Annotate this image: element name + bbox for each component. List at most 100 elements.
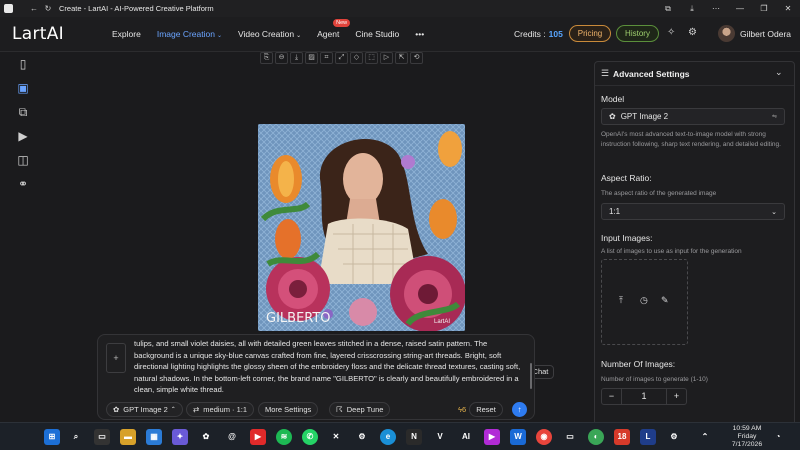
ai-app-icon[interactable]: AI (458, 429, 474, 445)
nav-image-creation[interactable]: Image Creation ⌄ (157, 29, 222, 39)
avatar[interactable] (718, 25, 735, 42)
file-explorer-icon[interactable]: ▬ (120, 429, 136, 445)
nav-video-creation[interactable]: Video Creation ⌄ (238, 29, 301, 39)
nav-agent[interactable]: Agent New (317, 19, 351, 39)
model-chip[interactable]: ✿ GPT Image 2 ⌃ (106, 402, 183, 417)
remix-icon[interactable]: ⟲ (410, 52, 423, 64)
pricing-button[interactable]: Pricing (569, 25, 611, 42)
image-create-icon[interactable]: ▣ (15, 80, 31, 96)
expand-icon[interactable]: ⬚ (365, 52, 378, 64)
model-description: OpenAI's most advanced text-to-image mod… (601, 131, 781, 148)
upload-icon[interactable]: ⤒ (619, 295, 623, 306)
store-icon[interactable]: ▦ (146, 429, 162, 445)
app-red-icon[interactable]: 18 (614, 429, 630, 445)
back-icon[interactable]: ← (27, 4, 41, 13)
chatgpt-icon[interactable]: ✿ (198, 429, 214, 445)
tune-icon: ☈ (336, 405, 343, 414)
increment-button[interactable]: + (666, 389, 686, 404)
more-menu-icon[interactable]: ••• (415, 29, 424, 39)
prompt-box: + tulips, and small violet daisies, all … (97, 334, 535, 420)
copy-icon[interactable]: ⎘ (260, 52, 273, 64)
crop-icon[interactable]: ⌗ (320, 52, 333, 64)
aspect-ratio-description: The aspect ratio of the generated image (601, 190, 717, 197)
generate-button[interactable]: ↑ (512, 402, 527, 417)
input-image-dropzone[interactable]: ⤒ ◷ ✎ (601, 259, 688, 345)
app-green-icon[interactable]: ◐ (588, 429, 604, 445)
v-app-icon[interactable]: V (432, 429, 448, 445)
windows-taskbar: ⊞ ⌕ ▭ ▬ ▦ ✦ ✿ @ ▶ ≋ ✆ ✕ ⚙ e N V AI ▶ W ◉… (0, 422, 800, 450)
media-player-icon[interactable]: ▶ (484, 429, 500, 445)
nav-cine-studio[interactable]: Cine Studio (355, 29, 399, 39)
nav-explore[interactable]: Explore (112, 29, 141, 39)
x-icon[interactable]: ✕ (328, 429, 344, 445)
reset-button[interactable]: Reset (469, 402, 503, 417)
image-edit-icon[interactable]: ⧉ (15, 104, 31, 120)
threads-icon[interactable]: @ (224, 429, 240, 445)
gear-icon[interactable]: ⚙ (354, 429, 370, 445)
chrome-icon[interactable]: ◉ (536, 429, 552, 445)
tray-chevron-icon[interactable]: ⌃ (700, 429, 710, 445)
search-icon[interactable]: ⌕ (68, 429, 84, 445)
youtube-icon[interactable]: ▶ (250, 429, 266, 445)
notion-icon[interactable]: N (406, 429, 422, 445)
username[interactable]: Gilbert Odera (740, 29, 791, 39)
menu-icon[interactable]: ⋯ (704, 4, 728, 13)
video-icon[interactable]: ▷ (380, 52, 393, 64)
top-navbar: LartAI Explore Image Creation ⌄ Video Cre… (0, 17, 800, 52)
close-icon[interactable]: ✕ (776, 4, 800, 13)
download-icon[interactable]: ⤓ (290, 52, 303, 64)
image-icon[interactable]: ▨ (305, 52, 318, 64)
generated-image[interactable]: GILBERTO LartAI (258, 124, 465, 331)
edge-icon[interactable]: e (380, 429, 396, 445)
model-select[interactable]: ✿ GPT Image 2 ⇋ (601, 108, 785, 125)
notification-icon[interactable]: ◔ (770, 429, 786, 445)
openai-icon: ✿ (113, 405, 120, 414)
clock-icon[interactable]: ◷ (640, 295, 648, 306)
pencil-icon[interactable]: ✎ (661, 295, 669, 306)
restore-icon[interactable]: ❐ (752, 4, 776, 13)
add-image-button[interactable]: + (106, 343, 126, 373)
terminal-icon[interactable]: ▭ (562, 429, 578, 445)
erase-icon[interactable]: ◇ (350, 52, 363, 64)
new-badge: New (333, 19, 351, 27)
deep-tune-button[interactable]: ☈ Deep Tune (329, 402, 391, 417)
lartai-app-icon[interactable]: L (640, 429, 656, 445)
aspect-ratio-select[interactable]: 1:1 ⌄ (601, 203, 785, 220)
zoom-out-icon[interactable]: ⊖ (275, 52, 288, 64)
copilot-icon[interactable]: ✦ (172, 429, 188, 445)
sparkle-icon[interactable]: ✧ (667, 27, 675, 38)
windows-start-icon[interactable]: ⊞ (44, 429, 60, 445)
extensions-icon[interactable]: ⧉ (656, 4, 680, 14)
reload-icon[interactable]: ↻ (41, 4, 55, 13)
decrement-button[interactable]: − (602, 389, 622, 404)
layout-icon[interactable]: ◫ (15, 152, 31, 168)
video-create-icon[interactable]: ▶ (15, 128, 31, 144)
gear-icon[interactable]: ⚙ (688, 27, 697, 38)
minimize-icon[interactable]: — (728, 4, 752, 13)
settings-app-icon[interactable]: ⚙ (666, 429, 682, 445)
chevron-down-icon[interactable]: ⌄ (775, 67, 783, 78)
settings-title: Advanced Settings (613, 69, 690, 79)
task-view-icon[interactable]: ▭ (94, 429, 110, 445)
model-options-icon[interactable]: ⇋ (772, 113, 777, 120)
system-clock[interactable]: 10:59 AM Friday 7/17/2026 (730, 425, 764, 449)
download-icon[interactable]: ⤓ (680, 4, 704, 14)
spotify-icon[interactable]: ≋ (276, 429, 292, 445)
brand-logo[interactable]: LartAI (12, 24, 112, 44)
aspect-ratio-label: Aspect Ratio: (601, 173, 652, 183)
word-icon[interactable]: W (510, 429, 526, 445)
more-settings-button[interactable]: More Settings (258, 402, 319, 417)
prompt-scrollbar[interactable] (530, 363, 532, 389)
history-button[interactable]: History (616, 25, 659, 42)
settings-header[interactable]: ☰ Advanced Settings ⌄ (595, 62, 794, 86)
share-icon[interactable]: ⇱ (395, 52, 408, 64)
prompt-input[interactable]: tulips, and small violet daisies, all wi… (134, 338, 526, 396)
link-icon[interactable]: ⚭ (15, 176, 31, 192)
quality-chip[interactable]: ⇄ medium · 1:1 (186, 402, 255, 417)
number-of-images-value[interactable]: 1 (622, 389, 666, 404)
number-of-images-stepper[interactable]: − 1 + (601, 388, 687, 405)
whatsapp-icon[interactable]: ✆ (302, 429, 318, 445)
image-corner-logo: LartAI (434, 319, 450, 325)
upscale-icon[interactable]: ⤢ (335, 52, 348, 64)
toggle-sidebar-icon[interactable]: ▯ (15, 56, 31, 72)
